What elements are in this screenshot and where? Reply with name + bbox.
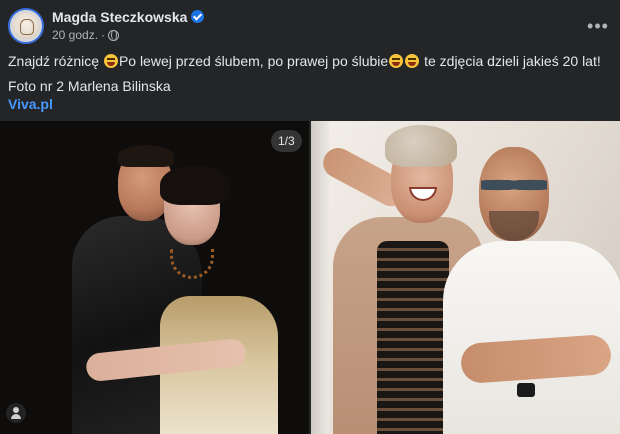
sunglasses <box>481 177 547 193</box>
post-meta: 20 godz. · <box>52 28 120 42</box>
woman-top <box>377 241 449 434</box>
photo-counter: 1/3 <box>271 130 302 152</box>
author-name[interactable]: Magda Steczkowska <box>52 9 187 25</box>
post-media: 1/3 <box>0 121 620 434</box>
post-text-part: Znajdź różnicę <box>8 53 103 69</box>
verified-badge-icon <box>191 10 205 23</box>
woman-hair <box>160 165 230 205</box>
post-text-part: Po lewej przed ślubem, po prawej po ślub… <box>118 53 389 69</box>
more-options-icon: ••• <box>587 15 609 36</box>
globe-icon[interactable] <box>108 30 120 41</box>
post-text-line-2: Foto nr 2 Marlena Bilinska <box>8 78 171 94</box>
author-name-row: Magda Steczkowska <box>52 9 205 25</box>
laughing-emoji-icon <box>103 54 118 68</box>
facebook-post: Magda Steczkowska 20 godz. · ••• Znajdź r… <box>0 0 620 434</box>
author-avatar[interactable] <box>8 8 44 44</box>
laughing-emoji-icon <box>389 54 404 68</box>
post-header: Magda Steczkowska 20 godz. · ••• <box>8 6 612 46</box>
laughing-emoji-icon <box>405 54 420 68</box>
post-text-part: te zdjęcia dzieli jakieś 20 lat! <box>420 53 601 69</box>
more-options-button[interactable]: ••• <box>584 12 612 40</box>
tag-person-icon[interactable] <box>6 403 26 423</box>
avatar-image <box>13 13 39 39</box>
meta-separator: · <box>101 28 106 42</box>
woman-hair <box>385 125 457 167</box>
post-text-line-1: Znajdź różnicę Po lewej przed ślubem, po… <box>8 52 612 70</box>
photo-before-wedding[interactable]: 1/3 <box>0 121 309 434</box>
source-link[interactable]: Viva.pl <box>8 95 612 113</box>
post-timestamp[interactable]: 20 godz. <box>52 28 98 42</box>
wristwatch <box>517 383 535 397</box>
man-hair <box>118 145 174 167</box>
post-text: Znajdź różnicę Po lewej przed ślubem, po… <box>8 52 612 113</box>
photo-after-wedding[interactable] <box>311 121 620 434</box>
